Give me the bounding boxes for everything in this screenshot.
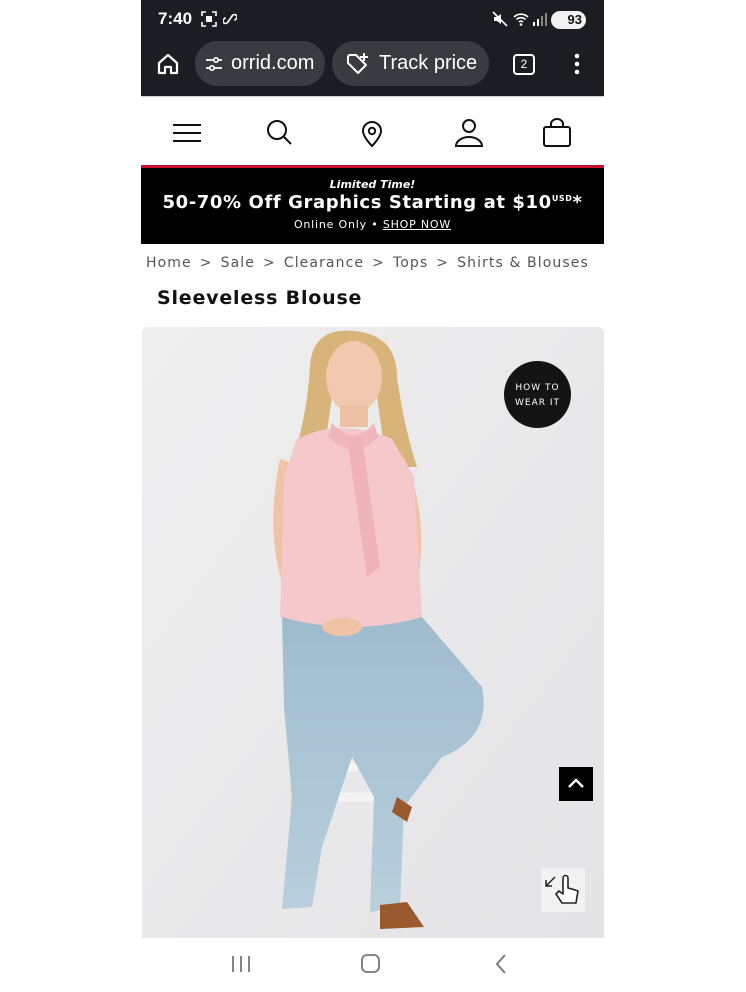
battery-level: 93 (567, 12, 582, 27)
zoom-hint[interactable] (541, 868, 585, 912)
recent-apps-icon[interactable] (230, 954, 252, 974)
breadcrumb-separator: > (372, 255, 385, 271)
track-price-icon (347, 53, 368, 74)
track-price-button[interactable]: Track price (332, 41, 489, 86)
breadcrumb-separator: > (199, 255, 213, 271)
badge-line-1: HOW TO (515, 383, 560, 393)
track-price-label: Track price (379, 52, 478, 74)
promo-eyebrow: Limited Time! (329, 178, 416, 191)
pinch-zoom-icon (541, 868, 585, 912)
status-bar: 7:40 93 (141, 0, 604, 40)
breadcrumb-home[interactable]: Home (146, 255, 192, 271)
breadcrumb-shirts-blouses[interactable]: Shirts & Blouses (457, 255, 589, 271)
promo-headline-text: 50-70% Off Graphics Starting at $10 (162, 192, 552, 213)
back-to-top-button[interactable] (559, 767, 593, 801)
browser-toolbar: orrid.com Track price 2 (141, 40, 604, 96)
bag-icon[interactable] (539, 118, 575, 148)
status-time: 7:40 (158, 9, 193, 28)
link-icon (223, 13, 237, 25)
promo-asterisk: * (572, 192, 583, 213)
site-header (141, 97, 604, 165)
phone-screen: 7:40 93 orrid.com Track price 2 Limited … (141, 0, 604, 992)
account-icon[interactable] (451, 118, 487, 148)
promo-currency: USD (551, 194, 573, 203)
location-icon[interactable] (354, 118, 390, 148)
breadcrumb-clearance[interactable]: Clearance (284, 255, 364, 271)
product-title: Sleeveless Blouse (157, 287, 363, 309)
address-bar[interactable]: orrid.com (195, 41, 325, 86)
more-options-icon[interactable] (573, 53, 581, 75)
battery-icon: 93 (551, 11, 586, 29)
breadcrumb: Home > Sale > Clearance > Tops > Shirts & Blouse… (146, 255, 589, 271)
breadcrumb-separator: > (436, 255, 450, 271)
breadcrumb-separator: > (262, 255, 276, 271)
home-icon[interactable] (156, 52, 180, 76)
search-icon[interactable] (262, 118, 298, 148)
mute-icon (492, 11, 508, 27)
home-icon[interactable] (360, 953, 382, 975)
promo-headline: 50-70% Off Graphics Starting at $10USD* (141, 192, 604, 213)
wifi-icon (513, 13, 529, 26)
promo-subtext-label: Online Only • (293, 218, 379, 231)
chevron-up-icon (568, 778, 584, 788)
back-icon[interactable] (493, 953, 509, 975)
promo-subtext: Online Only • SHOP NOW (141, 218, 604, 231)
breadcrumb-sale[interactable]: Sale (221, 255, 255, 271)
shop-now-link[interactable]: SHOP NOW (383, 218, 451, 231)
url-text: orrid.com (231, 52, 315, 74)
system-navigation-bar (141, 938, 604, 992)
menu-icon[interactable] (170, 118, 206, 148)
signal-icon (533, 13, 547, 26)
screenshot-icon (201, 11, 217, 27)
tab-switcher-button[interactable]: 2 (513, 54, 535, 75)
badge-line-2: WEAR IT (514, 398, 560, 408)
site-settings-icon[interactable] (205, 55, 223, 73)
promo-banner[interactable]: Limited Time! 50-70% Off Graphics Starti… (141, 165, 604, 244)
product-image[interactable]: HOW TO WEAR IT (142, 327, 604, 938)
tab-count: 2 (520, 57, 528, 71)
how-to-wear-it-badge[interactable]: HOW TO WEAR IT (504, 361, 571, 428)
breadcrumb-tops[interactable]: Tops (393, 255, 428, 271)
